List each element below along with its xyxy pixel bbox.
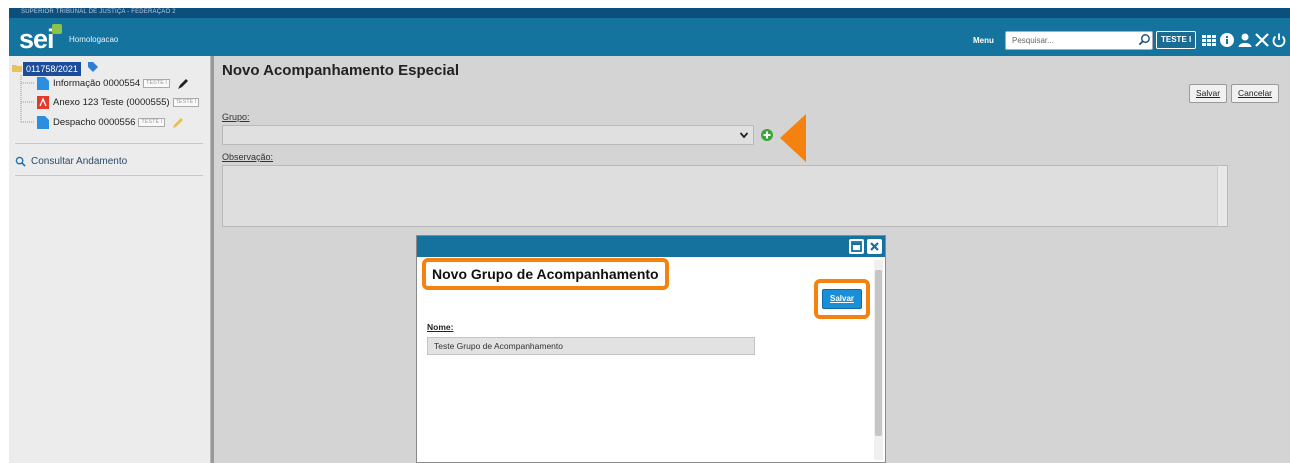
- save-button[interactable]: Salvar: [1189, 84, 1228, 103]
- org-text: SUPERIOR TRIBUNAL DE JUSTIÇA - FEDERAÇÃO…: [21, 9, 176, 15]
- document-icon: [37, 116, 49, 129]
- grid-menu-icon[interactable]: [1201, 32, 1217, 48]
- app-window: SUPERIOR TRIBUNAL DE JUSTIÇA - FEDERAÇÃO…: [9, 8, 1290, 463]
- search-icon[interactable]: [1138, 33, 1151, 46]
- modal-save-button[interactable]: Salvar: [822, 289, 862, 309]
- tag-icon[interactable]: [87, 61, 99, 73]
- modal-scrollbar-thumb[interactable]: [875, 270, 882, 436]
- document-label: Anexo 123 Teste (0000555): [53, 97, 170, 109]
- document-icon: [37, 77, 49, 90]
- textarea-scrollbar[interactable]: [1217, 166, 1227, 226]
- modal-titlebar[interactable]: [417, 236, 885, 257]
- add-group-icon[interactable]: [761, 129, 773, 141]
- document-label: Informação 0000554: [53, 78, 141, 90]
- tools-icon[interactable]: [1254, 32, 1270, 48]
- unit-tag: TESTE I: [143, 79, 170, 88]
- search-icon: [15, 156, 26, 167]
- folder-icon: [12, 65, 22, 72]
- document-label: Despacho 0000556: [53, 117, 136, 129]
- page-title: Novo Acompanhamento Especial: [222, 62, 459, 79]
- pencil-icon[interactable]: [172, 117, 184, 129]
- consult-label: Consultar Andamento: [31, 156, 128, 168]
- search-input[interactable]: Pesquisar...: [1005, 31, 1153, 50]
- tree-document-item[interactable]: Despacho 0000556 TESTE I: [37, 116, 184, 132]
- power-icon[interactable]: [1271, 32, 1287, 48]
- unit-tag: TESTE I: [138, 118, 166, 127]
- consult-history-link[interactable]: Consultar Andamento: [15, 156, 127, 167]
- info-icon[interactable]: [1219, 32, 1235, 48]
- modal-title: Novo Grupo de Acompanhamento: [422, 258, 669, 290]
- group-label: Grupo:: [222, 112, 250, 122]
- orange-pointer-arrow: [780, 114, 806, 162]
- menu-link[interactable]: Menu: [973, 36, 994, 45]
- sei-logo[interactable]: sei: [19, 24, 55, 55]
- logo-accent: [52, 24, 62, 34]
- org-strip: SUPERIOR TRIBUNAL DE JUSTIÇA - FEDERAÇÃO…: [9, 8, 1290, 18]
- observation-textarea[interactable]: [222, 165, 1228, 227]
- unit-tag: TESTE I: [172, 98, 200, 107]
- cancel-button[interactable]: Cancelar: [1231, 84, 1280, 103]
- tree-document-item[interactable]: Informação 0000554 TESTE I: [37, 77, 189, 93]
- unit-selector-button[interactable]: TESTE I: [1156, 31, 1197, 49]
- sidebar-resize-handle[interactable]: [211, 56, 214, 463]
- signature-pen-icon[interactable]: [177, 78, 189, 90]
- name-input[interactable]: Teste Grupo de Acompanhamento: [427, 337, 755, 355]
- maximize-icon[interactable]: [849, 239, 864, 254]
- highlight-frame: Salvar: [814, 279, 870, 319]
- observation-label: Observação:: [222, 152, 274, 162]
- pdf-icon: [37, 96, 49, 109]
- user-icon[interactable]: [1237, 32, 1253, 48]
- tree-connector-lines: [20, 75, 35, 123]
- close-icon[interactable]: [867, 239, 882, 254]
- app-header: sei Homologacao Menu Pesquisar... TESTE …: [9, 18, 1290, 56]
- name-label: Nome:: [427, 322, 454, 332]
- chevron-down-icon: [739, 132, 749, 139]
- group-select[interactable]: [222, 125, 754, 145]
- sidebar-divider: [15, 175, 203, 176]
- tree-document-item[interactable]: Anexo 123 Teste (0000555) TESTE I: [37, 96, 200, 112]
- environment-label: Homologacao: [69, 35, 119, 44]
- new-group-modal: Novo Grupo de Acompanhamento Salvar Nome…: [416, 235, 886, 463]
- process-number-link[interactable]: 011758/2021: [23, 62, 81, 76]
- sidebar-divider: [15, 143, 203, 144]
- process-tree-sidebar: 011758/2021 Informação 0000554 TESTE I An…: [9, 56, 211, 463]
